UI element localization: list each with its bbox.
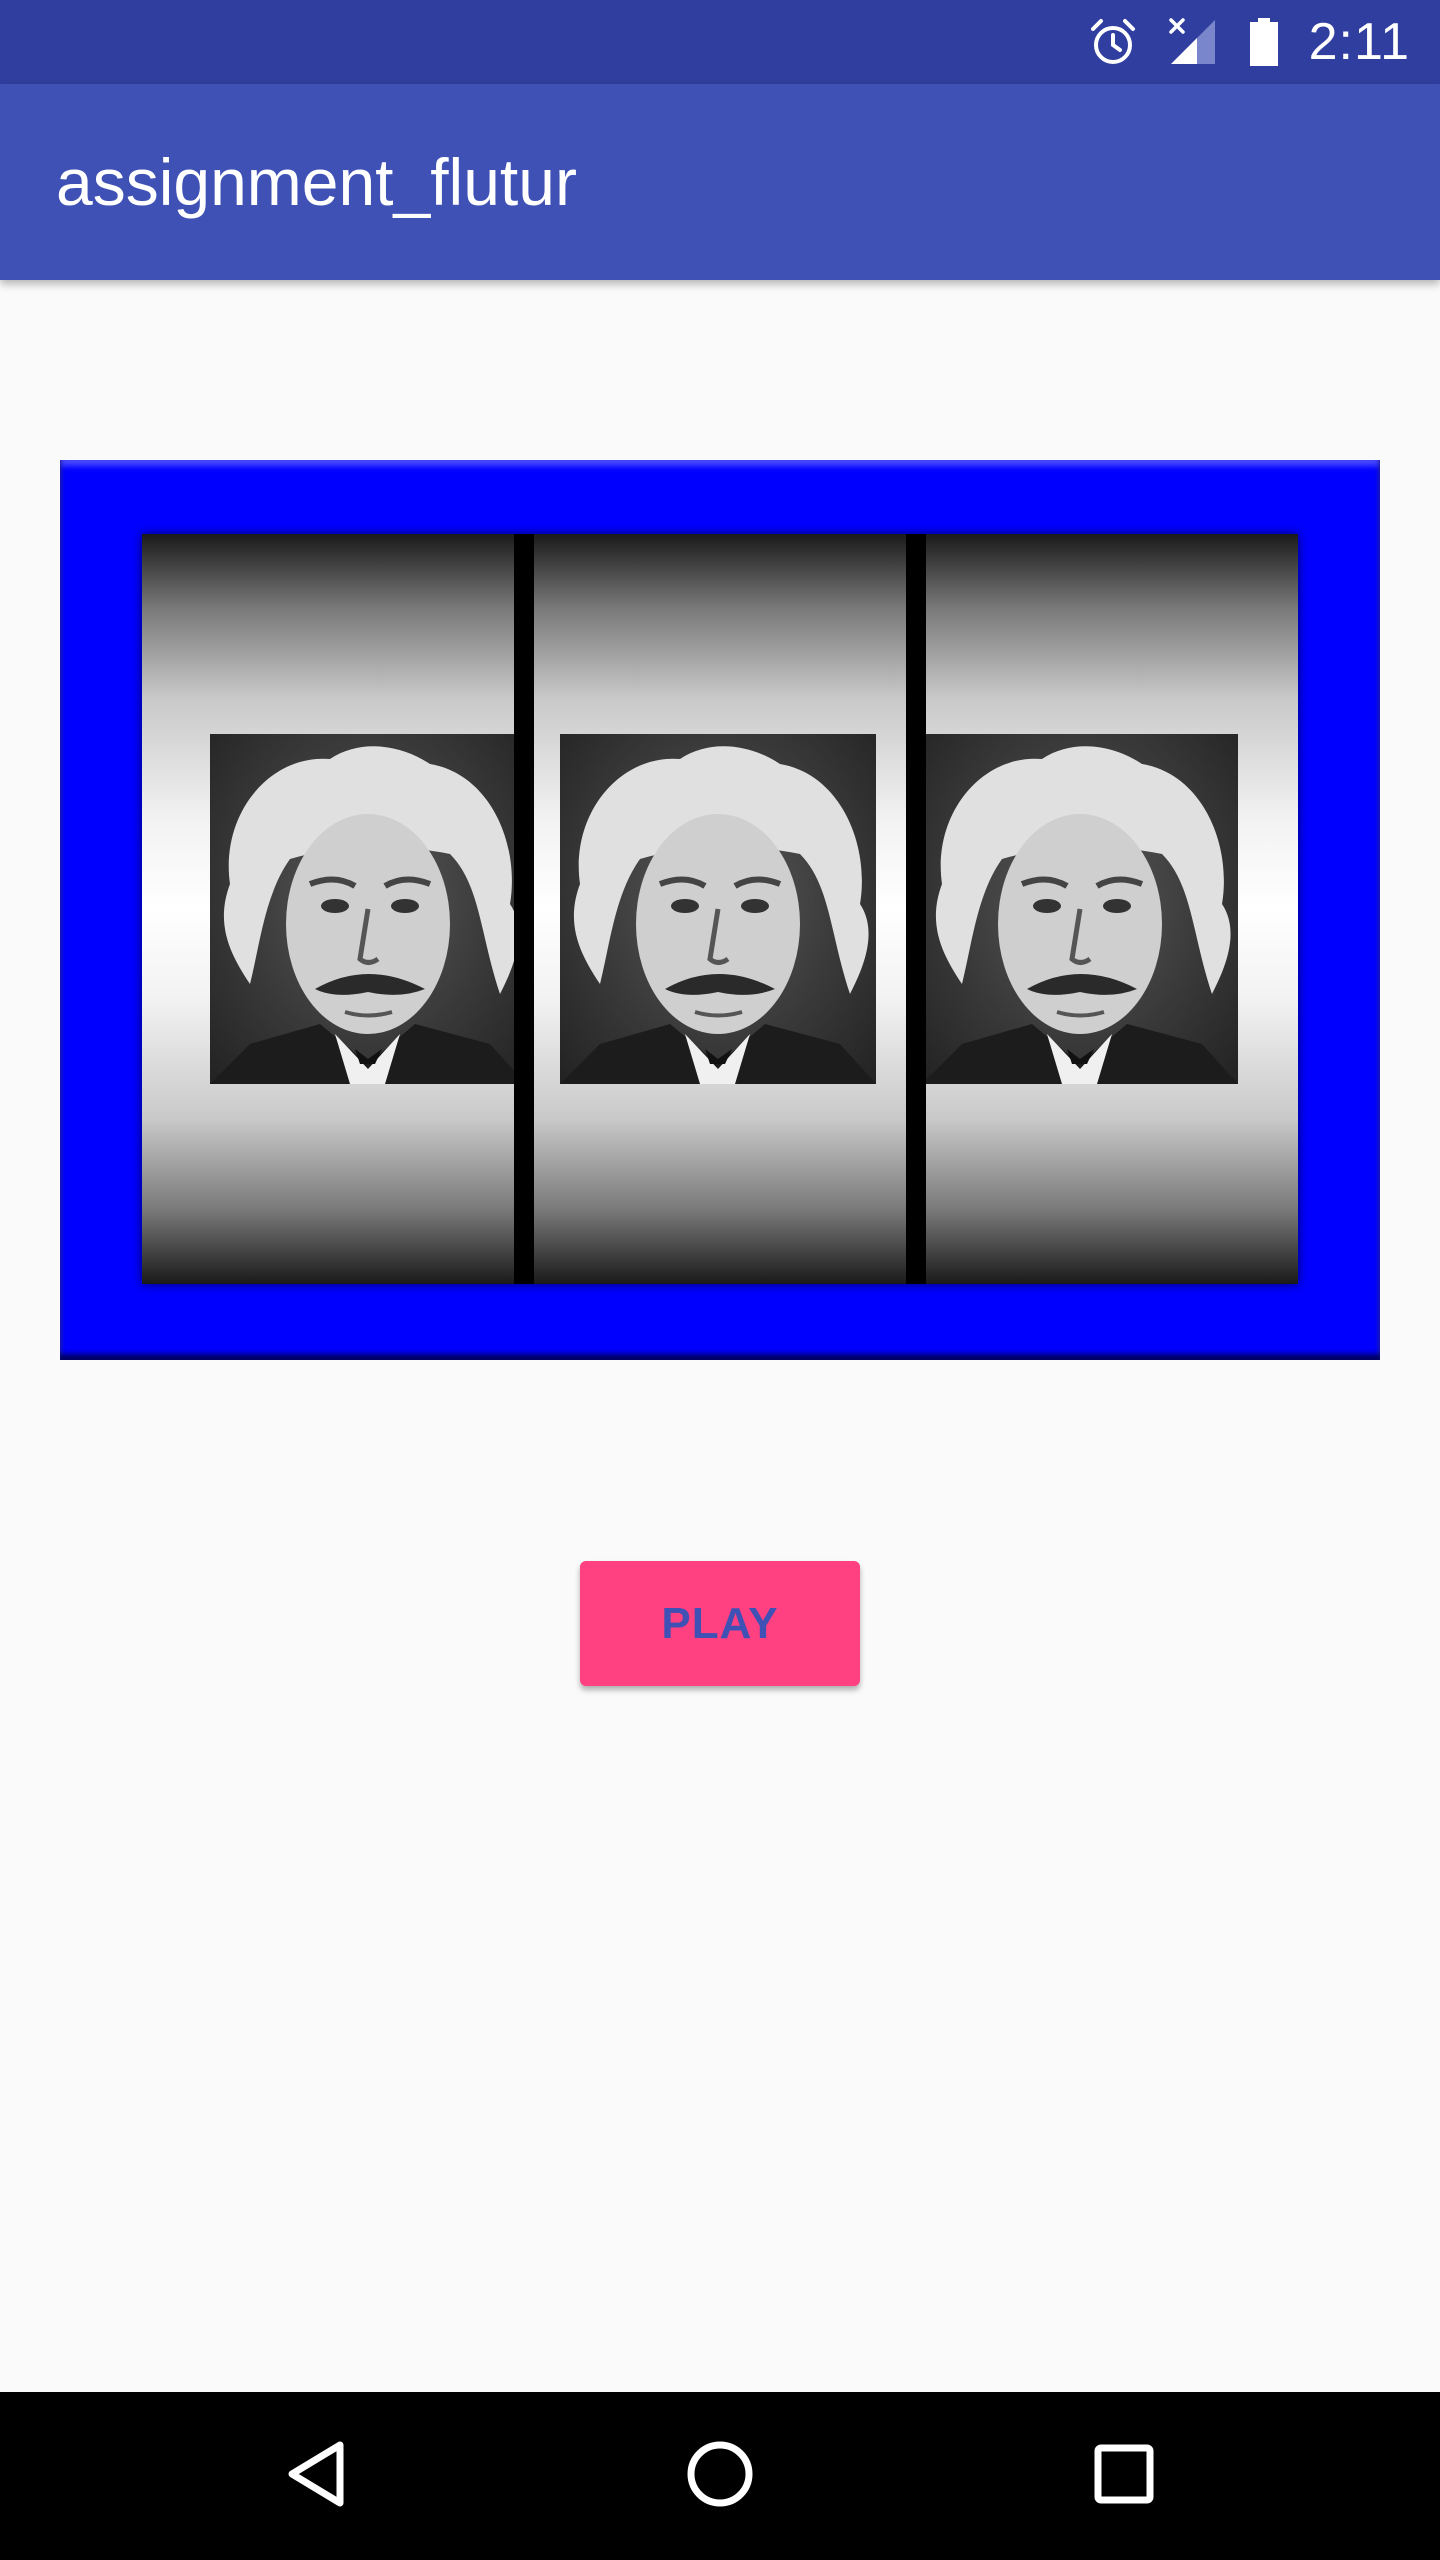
no-signal-icon (1167, 16, 1219, 68)
reel-divider-1 (514, 534, 534, 1284)
alarm-icon (1087, 16, 1139, 68)
app-title: assignment_flutur (56, 145, 577, 219)
slot-machine-window (142, 534, 1298, 1284)
back-button[interactable] (232, 2392, 400, 2560)
status-bar: 2:11 (0, 0, 1440, 84)
status-icons: 2:11 (1087, 0, 1410, 84)
play-button[interactable]: PLAY (580, 1561, 860, 1686)
clock-time: 2:11 (1308, 13, 1410, 71)
recents-button[interactable] (1040, 2392, 1208, 2560)
home-icon (685, 2439, 755, 2514)
back-icon (284, 2439, 348, 2514)
reel-image-2 (560, 734, 876, 1084)
navigation-bar (0, 2392, 1440, 2560)
reel-divider-2 (906, 534, 926, 1284)
recents-icon (1093, 2443, 1155, 2510)
battery-icon (1247, 16, 1281, 68)
home-button[interactable] (636, 2392, 804, 2560)
reel-image-3 (922, 734, 1238, 1084)
slot-machine-frame (60, 460, 1380, 1360)
reel-image-1 (210, 734, 526, 1084)
app-bar: assignment_flutur (0, 84, 1440, 280)
